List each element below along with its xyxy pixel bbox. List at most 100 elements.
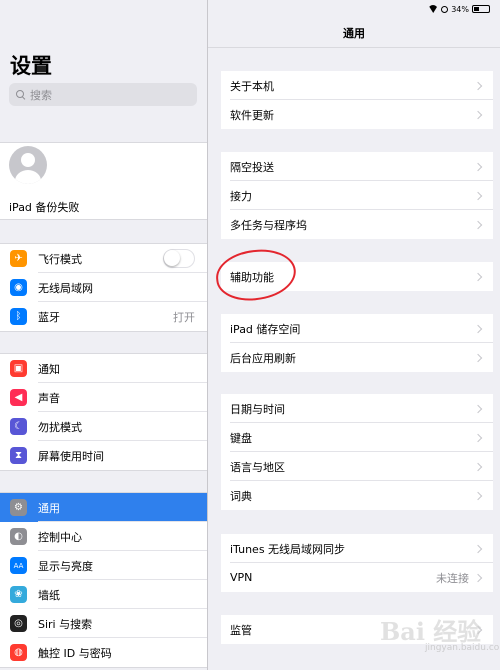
list-item[interactable]: VPN 未连接 bbox=[221, 563, 493, 592]
list-item-label: 词典 bbox=[230, 489, 252, 503]
sidebar-item-wallpaper[interactable]: ❀ 墙纸 bbox=[0, 580, 207, 609]
sidebar-item-label: 墙纸 bbox=[38, 588, 60, 602]
sidebar-item-label: 触控 ID 与密码 bbox=[38, 646, 112, 660]
search-icon bbox=[16, 89, 26, 100]
airplane-mode-toggle[interactable] bbox=[163, 249, 195, 268]
display-icon: AA bbox=[10, 557, 27, 574]
settings-sidebar: 设置 搜索 iPad 备份失败 ✈ 飞行模式 ◉ 无线局域网 ᛒ 蓝牙 打开 ▣ 通知 ◀ 声音 ☾… bbox=[0, 0, 207, 670]
orientation-lock-icon bbox=[441, 5, 449, 13]
sidebar-item-label: 控制中心 bbox=[38, 530, 82, 544]
list-item[interactable]: iPad 储存空间 bbox=[221, 314, 493, 343]
wifi-icon: ◉ bbox=[10, 279, 27, 296]
list-item-label: 接力 bbox=[230, 189, 252, 203]
chevron-right-icon bbox=[473, 573, 483, 582]
hourglass-icon: ⧗ bbox=[10, 447, 27, 464]
sidebar-item-control-center[interactable]: ◐ 控制中心 bbox=[0, 522, 207, 551]
moon-icon: ☾ bbox=[10, 418, 27, 435]
list-item[interactable]: 日期与时间 bbox=[221, 394, 493, 423]
backup-status: iPad 备份失败 bbox=[9, 201, 80, 214]
detail-group: 隔空投送接力多任务与程序坞 bbox=[221, 152, 493, 239]
sidebar-item-bluetooth[interactable]: ᛒ 蓝牙 打开 bbox=[0, 302, 207, 331]
list-item[interactable]: 多任务与程序坞 bbox=[221, 210, 493, 239]
list-item[interactable]: 键盘 bbox=[221, 423, 493, 452]
siri-icon: ◎ bbox=[10, 615, 27, 632]
chevron-right-icon bbox=[473, 491, 483, 500]
detail-group: iPad 储存空间 后台应用刷新 bbox=[221, 314, 493, 372]
sidebar-item-moon[interactable]: ☾ 勿扰模式 bbox=[0, 412, 207, 441]
list-item-label: 软件更新 bbox=[230, 108, 274, 122]
list-item-label: 日期与时间 bbox=[230, 402, 285, 416]
sidebar-item-label: 飞行模式 bbox=[38, 252, 82, 266]
sidebar-item-label: 显示与亮度 bbox=[38, 559, 93, 573]
chevron-right-icon bbox=[473, 544, 483, 553]
chevron-right-icon bbox=[473, 433, 483, 442]
list-item-label: 后台应用刷新 bbox=[230, 351, 296, 365]
sidebar-item-label: 蓝牙 bbox=[38, 310, 60, 324]
chevron-right-icon bbox=[473, 81, 483, 90]
list-item[interactable]: 后台应用刷新 bbox=[221, 343, 493, 372]
list-item[interactable]: 隔空投送 bbox=[221, 152, 493, 181]
chevron-right-icon bbox=[473, 324, 483, 333]
search-input[interactable]: 搜索 bbox=[9, 83, 197, 106]
list-item[interactable]: 词典 bbox=[221, 481, 493, 510]
page-title: 通用 bbox=[343, 27, 365, 40]
sidebar-item-siri[interactable]: ◎ Siri 与搜索 bbox=[0, 609, 207, 638]
search-placeholder: 搜索 bbox=[30, 88, 52, 102]
list-item-label: iPad 储存空间 bbox=[230, 322, 301, 336]
list-item[interactable]: 语言与地区 bbox=[221, 452, 493, 481]
watermark: Bai 经验 bbox=[380, 617, 482, 646]
sidebar-item-label: 声音 bbox=[38, 391, 60, 405]
sidebar-group-notifications: ▣ 通知 ◀ 声音 ☾ 勿扰模式 ⧗ 屏幕使用时间 bbox=[0, 353, 207, 471]
sidebar-item-notifications[interactable]: ▣ 通知 bbox=[0, 354, 207, 383]
sidebar-item-hourglass[interactable]: ⧗ 屏幕使用时间 bbox=[0, 441, 207, 470]
list-item[interactable]: 关于本机 bbox=[221, 71, 493, 100]
notifications-icon: ▣ bbox=[10, 360, 27, 377]
chevron-right-icon bbox=[473, 191, 483, 200]
sidebar-item-fingerprint[interactable]: ◍ 触控 ID 与密码 bbox=[0, 638, 207, 667]
list-item[interactable]: iTunes 无线局域网同步 bbox=[221, 534, 493, 563]
general-detail-pane: 34% 通用 关于本机软件更新隔空投送接力多任务与程序坞辅助功能 iPad 储存空… bbox=[208, 0, 500, 670]
sidebar-group-general: ⚙ 通用 ◐ 控制中心 AA 显示与亮度 ❀ 墙纸 ◎ Siri 与搜索 ◍ 触控 ID 与密码 bbox=[0, 492, 207, 668]
sidebar-item-sound[interactable]: ◀ 声音 bbox=[0, 383, 207, 412]
chevron-right-icon bbox=[473, 272, 483, 281]
list-item-label: VPN bbox=[230, 571, 253, 584]
battery-percent: 34% bbox=[451, 4, 469, 14]
chevron-right-icon bbox=[473, 462, 483, 471]
wallpaper-icon: ❀ bbox=[10, 586, 27, 603]
detail-group: 关于本机 软件更新 bbox=[221, 71, 493, 129]
chevron-right-icon bbox=[473, 162, 483, 171]
sidebar-item-gear[interactable]: ⚙ 通用 bbox=[0, 493, 207, 522]
sidebar-item-label: 通用 bbox=[38, 501, 60, 515]
sidebar-item-wifi[interactable]: ◉ 无线局域网 bbox=[0, 273, 207, 302]
list-item-label: 关于本机 bbox=[230, 79, 274, 93]
chevron-right-icon bbox=[473, 404, 483, 413]
sidebar-title: 设置 bbox=[10, 54, 52, 78]
sidebar-item-airplane[interactable]: ✈ 飞行模式 bbox=[0, 244, 207, 273]
watermark-url: jingyan.baidu.com bbox=[425, 643, 500, 653]
status-bar: 34% bbox=[428, 3, 490, 15]
list-item[interactable]: 辅助功能 bbox=[221, 262, 493, 291]
detail-group: iTunes 无线局域网同步 VPN 未连接 bbox=[221, 534, 493, 592]
battery-icon bbox=[472, 5, 490, 13]
sound-icon: ◀ bbox=[10, 389, 27, 406]
sidebar-item-label: 屏幕使用时间 bbox=[38, 449, 104, 463]
detail-group: 辅助功能 bbox=[221, 262, 493, 291]
list-item[interactable]: 软件更新 bbox=[221, 100, 493, 129]
wifi-status-icon bbox=[428, 5, 438, 13]
apple-id-profile[interactable]: iPad 备份失败 bbox=[0, 142, 207, 220]
list-item[interactable]: 接力 bbox=[221, 181, 493, 210]
chevron-right-icon bbox=[473, 110, 483, 119]
detail-group: 日期与时间键盘语言与地区词典 bbox=[221, 394, 493, 510]
list-item-label: 隔空投送 bbox=[230, 160, 274, 174]
airplane-icon: ✈ bbox=[10, 250, 27, 267]
list-item-label: 语言与地区 bbox=[230, 460, 285, 474]
sidebar-item-display[interactable]: AA 显示与亮度 bbox=[0, 551, 207, 580]
list-item-value: 未连接 bbox=[436, 571, 469, 585]
gear-icon: ⚙ bbox=[10, 499, 27, 516]
avatar bbox=[9, 146, 47, 184]
list-item-label: 辅助功能 bbox=[230, 270, 274, 284]
sidebar-item-label: 勿扰模式 bbox=[38, 420, 82, 434]
chevron-right-icon bbox=[473, 220, 483, 229]
list-item-label: iTunes 无线局域网同步 bbox=[230, 542, 346, 556]
sidebar-item-label: 无线局域网 bbox=[38, 281, 93, 295]
